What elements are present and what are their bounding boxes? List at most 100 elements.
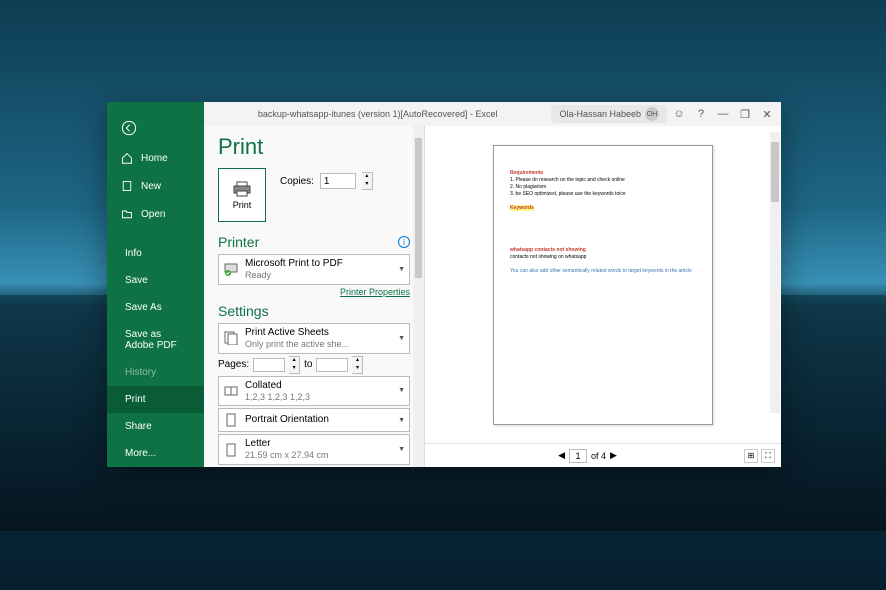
close-icon[interactable]: ✕ xyxy=(757,104,777,124)
print-preview-pane: Requirements 1. Please do research on th… xyxy=(424,126,781,467)
title-bar: backup-whatsapp-itunes (version 1)[AutoR… xyxy=(204,102,781,126)
print-heading: Print xyxy=(218,134,410,160)
pages-to-label: to xyxy=(304,359,312,370)
next-page-button[interactable]: ▶ xyxy=(610,450,617,461)
minimize-icon[interactable]: — xyxy=(713,104,733,124)
range-sub: Only print the active she... xyxy=(245,339,392,350)
settings-scrollbar[interactable] xyxy=(413,126,424,467)
pages-from-input[interactable] xyxy=(253,358,285,372)
collated-title: Collated xyxy=(245,380,392,392)
paper-size-dropdown[interactable]: Letter 21.59 cm x 27.94 cm ▼ xyxy=(218,434,410,465)
chevron-down-icon: ▼ xyxy=(398,446,405,453)
pages-label: Pages: xyxy=(218,359,249,370)
sidebar-label: Save xyxy=(125,275,148,286)
sidebar-item-new[interactable]: New xyxy=(107,172,204,200)
chevron-down-icon: ▼ xyxy=(398,387,405,394)
sidebar-label: Home xyxy=(141,153,168,164)
chevron-down-icon: ▼ xyxy=(398,335,405,342)
sidebar-item-home[interactable]: Home xyxy=(107,144,204,172)
copies-spinner[interactable]: ▴▾ xyxy=(362,172,373,190)
print-button[interactable]: Print xyxy=(218,168,266,222)
collated-icon xyxy=(223,383,239,399)
back-button[interactable] xyxy=(107,112,204,144)
show-margins-button[interactable]: ⊞ xyxy=(744,449,758,463)
sidebar-label: New xyxy=(141,181,161,192)
sidebar-label: Print xyxy=(125,394,146,405)
sidebar-label: Save As xyxy=(125,302,162,313)
copies-label: Copies: xyxy=(280,176,314,187)
face-icon[interactable]: ☺ xyxy=(669,104,689,124)
paper-title: Letter xyxy=(245,438,392,450)
sidebar-label: Info xyxy=(125,248,142,259)
window-title: backup-whatsapp-itunes (version 1)[AutoR… xyxy=(204,109,551,119)
preview-page: Requirements 1. Please do research on th… xyxy=(493,145,713,425)
sidebar-label: More... xyxy=(125,448,156,459)
sidebar-item-open[interactable]: Open xyxy=(107,200,204,228)
excel-backstage-window: Home New Open Info Save Save As Save as … xyxy=(107,102,781,467)
sidebar-item-save[interactable]: Save xyxy=(107,267,204,294)
print-content: Print Print Copies: ▴▾ Printer i xyxy=(204,126,781,467)
preview-footer: ◀ of 4 ▶ ⊞ ⛶ xyxy=(425,443,781,467)
sidebar-item-more[interactable]: More... xyxy=(107,440,204,467)
req-line: 1. Please do research on the topic and c… xyxy=(510,177,696,184)
range-title: Print Active Sheets xyxy=(245,327,392,339)
user-account-button[interactable]: Ola-Hassan Habeeb OH xyxy=(551,105,667,123)
orientation-dropdown[interactable]: Portrait Orientation ▼ xyxy=(218,408,410,432)
sidebar-label: Open xyxy=(141,209,165,220)
home-icon xyxy=(121,152,133,164)
settings-section-label: Settings xyxy=(218,303,269,319)
preview-scrollbar[interactable] xyxy=(770,132,780,413)
collation-dropdown[interactable]: Collated 1,2,3 1,2,3 1,2,3 ▼ xyxy=(218,376,410,407)
sheets-icon xyxy=(223,330,239,346)
printer-status: Ready xyxy=(245,270,392,281)
printer-section-label: Printer xyxy=(218,234,259,250)
print-tile-label: Print xyxy=(233,200,252,210)
page-number-input[interactable] xyxy=(569,449,587,463)
sidebar-item-save-adobe[interactable]: Save as Adobe PDF xyxy=(107,321,204,359)
sidebar-item-print[interactable]: Print xyxy=(107,386,204,413)
pages-to-input[interactable] xyxy=(316,358,348,372)
portrait-icon xyxy=(223,412,239,428)
zoom-to-page-button[interactable]: ⛶ xyxy=(761,449,775,463)
print-range-dropdown[interactable]: Print Active Sheets Only print the activ… xyxy=(218,323,410,354)
req-heading: Requirements xyxy=(510,170,696,177)
body-line: whatsapp contacts not showing xyxy=(510,247,696,254)
body-line: You can also add other semantically rela… xyxy=(510,268,696,275)
body-line: contacts not showing on whatsapp xyxy=(510,254,696,261)
paper-icon xyxy=(223,442,239,458)
req-line: 3. be SEO optimized, please use the keyw… xyxy=(510,191,696,198)
print-settings-panel: Print Print Copies: ▴▾ Printer i xyxy=(204,126,424,467)
copies-input[interactable] xyxy=(320,173,356,189)
paper-sub: 21.59 cm x 27.94 cm xyxy=(245,450,392,461)
sidebar-item-history: History xyxy=(107,359,204,386)
sidebar-item-share[interactable]: Share xyxy=(107,413,204,440)
orientation-title: Portrait Orientation xyxy=(245,414,392,426)
user-name: Ola-Hassan Habeeb xyxy=(559,109,641,119)
sidebar-label: Save as Adobe PDF xyxy=(125,329,190,351)
sidebar-label: History xyxy=(125,367,156,378)
new-icon xyxy=(121,180,133,192)
pages-from-spinner[interactable]: ▴▾ xyxy=(289,356,300,374)
req-line: 2. No plagiarism xyxy=(510,184,696,191)
printer-properties-link[interactable]: Printer Properties xyxy=(218,287,410,297)
printer-icon xyxy=(233,181,251,197)
sidebar-item-save-as[interactable]: Save As xyxy=(107,294,204,321)
restore-icon[interactable]: ❐ xyxy=(735,104,755,124)
help-icon[interactable]: ? xyxy=(691,104,711,124)
pages-to-spinner[interactable]: ▴▾ xyxy=(352,356,363,374)
main-area: backup-whatsapp-itunes (version 1)[AutoR… xyxy=(204,102,781,467)
sidebar-item-info[interactable]: Info xyxy=(107,240,204,267)
open-icon xyxy=(121,208,133,220)
chevron-down-icon: ▼ xyxy=(398,417,405,424)
preview-canvas: Requirements 1. Please do research on th… xyxy=(425,126,781,443)
collated-sub: 1,2,3 1,2,3 1,2,3 xyxy=(245,392,392,403)
printer-name: Microsoft Print to PDF xyxy=(245,258,392,270)
backstage-sidebar: Home New Open Info Save Save As Save as … xyxy=(107,102,204,467)
prev-page-button[interactable]: ◀ xyxy=(558,450,565,461)
back-arrow-icon xyxy=(121,120,137,136)
info-icon[interactable]: i xyxy=(398,236,410,248)
user-avatar: OH xyxy=(645,107,659,121)
printer-ready-icon xyxy=(223,261,239,277)
printer-dropdown[interactable]: Microsoft Print to PDF Ready ▼ xyxy=(218,254,410,285)
page-total-label: of 4 xyxy=(591,451,606,461)
